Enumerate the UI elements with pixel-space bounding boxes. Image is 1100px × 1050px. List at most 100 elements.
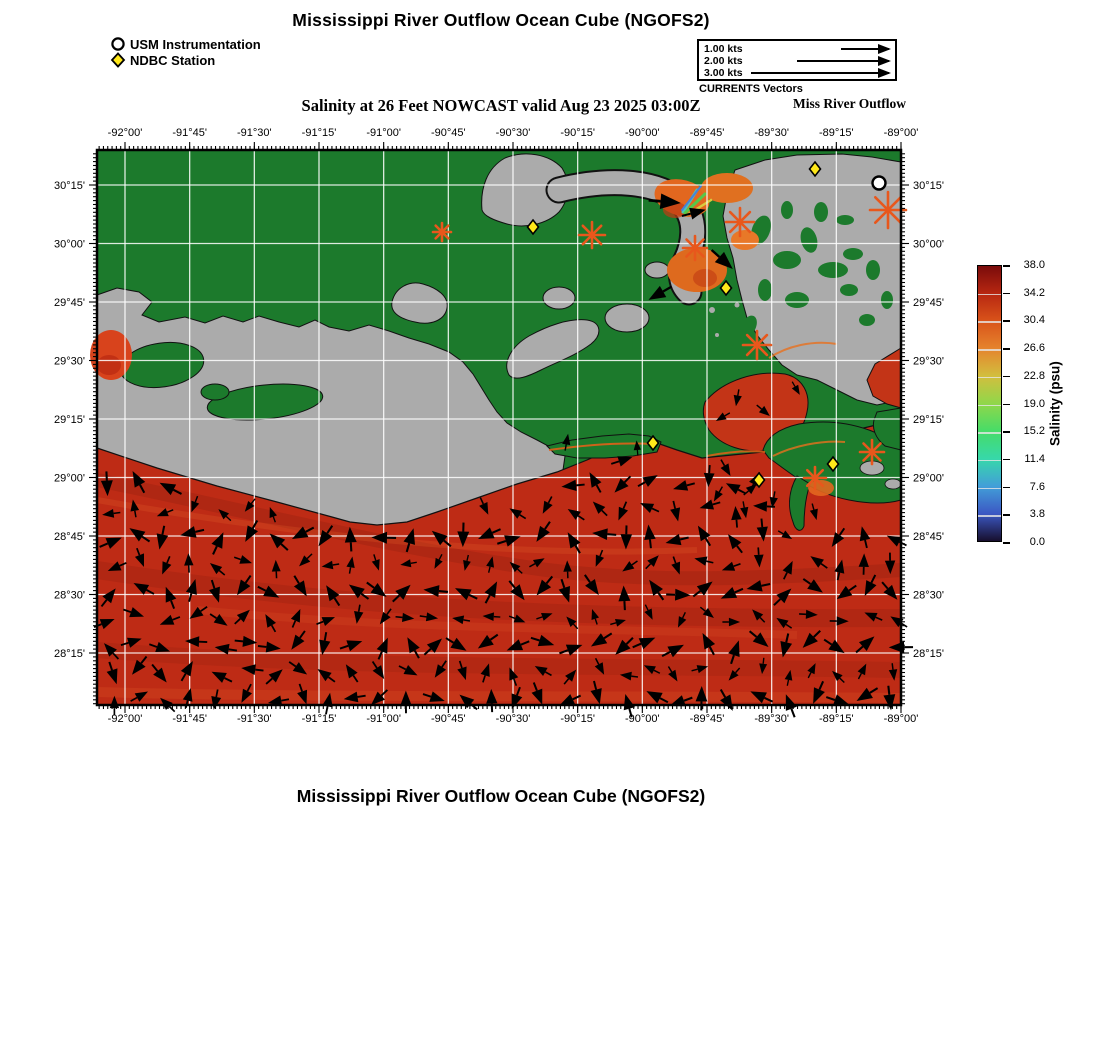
svg-text:30°00': 30°00' xyxy=(54,239,85,251)
svg-text:-90°45': -90°45' xyxy=(431,713,466,725)
vector-key-arrowhead xyxy=(878,68,891,78)
usm-circle-icon xyxy=(110,36,128,52)
svg-text:29°45': 29°45' xyxy=(54,297,85,309)
svg-text:-91°30': -91°30' xyxy=(237,713,272,725)
colorbar-tick xyxy=(1003,487,1010,489)
svg-text:-90°45': -90°45' xyxy=(431,127,466,139)
ndbc-diamond-icon xyxy=(110,52,128,68)
vector-key-label: 2.00 kts xyxy=(704,55,743,67)
colorbar-unit-label: Salinity (psu) xyxy=(1046,265,1064,542)
colorbar-gridline xyxy=(978,321,1001,323)
svg-text:-91°30': -91°30' xyxy=(237,127,272,139)
vector-key-arrowhead xyxy=(878,56,891,66)
svg-text:-92°00': -92°00' xyxy=(108,713,143,725)
svg-text:-89°30': -89°30' xyxy=(754,713,789,725)
svg-text:-89°30': -89°30' xyxy=(754,127,789,139)
colorbar-gridline xyxy=(978,405,1001,407)
island-5 xyxy=(645,262,669,278)
svg-text:29°00': 29°00' xyxy=(54,473,85,485)
page-title: Mississippi River Outflow Ocean Cube (NG… xyxy=(37,10,965,31)
svg-text:-92°00': -92°00' xyxy=(108,127,143,139)
colorbar-gridline xyxy=(978,349,1001,351)
colorbar-tick-label: 19.0 xyxy=(1013,398,1045,410)
colorbar-tick-label: 0.0 xyxy=(1013,536,1045,548)
region-label: Miss River Outflow xyxy=(766,96,906,112)
colorbar-tick-label: 11.4 xyxy=(1013,453,1045,465)
currents-vector-caption: CURRENTS Vectors xyxy=(699,83,803,95)
colorbar-tick xyxy=(1003,514,1010,516)
legend-label-ndbc: NDBC Station xyxy=(130,53,215,68)
colorbar-gridline xyxy=(978,432,1001,434)
figure-page: Mississippi River Outflow Ocean Cube (NG… xyxy=(0,0,1100,1050)
svg-text:30°15': 30°15' xyxy=(54,180,85,192)
svg-text:29°45': 29°45' xyxy=(913,297,944,309)
island-3 xyxy=(543,287,575,309)
svg-text:-91°45': -91°45' xyxy=(172,713,207,725)
vector-key-row: 3.00 kts xyxy=(704,67,889,79)
colorbar-tick xyxy=(1003,320,1010,322)
colorbar-gridline xyxy=(978,377,1001,379)
svg-text:-90°00': -90°00' xyxy=(625,127,660,139)
svg-text:-90°30': -90°30' xyxy=(496,713,531,725)
vector-key-label: 3.00 kts xyxy=(704,67,743,79)
currents-vector-key: 1.00 kts2.00 kts3.00 kts xyxy=(697,39,897,81)
vector-key-arrow xyxy=(751,72,889,74)
svg-text:-90°00': -90°00' xyxy=(625,713,660,725)
svg-text:-91°00': -91°00' xyxy=(366,127,401,139)
vector-key-label: 1.00 kts xyxy=(704,43,743,55)
vector-key-arrow xyxy=(797,60,889,62)
colorbar-gridline xyxy=(978,488,1001,490)
svg-text:29°00': 29°00' xyxy=(913,473,944,485)
svg-text:28°30': 28°30' xyxy=(913,590,944,602)
svg-text:28°30': 28°30' xyxy=(54,590,85,602)
legend-item-ndbc: NDBC Station xyxy=(110,52,261,68)
svg-text:28°15': 28°15' xyxy=(54,648,85,660)
legend-item-usm: USM Instrumentation xyxy=(110,36,261,52)
lake-3 xyxy=(201,384,229,400)
svg-text:29°30': 29°30' xyxy=(913,356,944,368)
map-plot: -92°00'-92°00'-91°45'-91°45'-91°30'-91°3… xyxy=(37,118,961,738)
vector-key-arrowhead xyxy=(878,44,891,54)
usm-instrumentation-marker xyxy=(873,177,886,190)
colorbar-gridline xyxy=(978,460,1001,462)
colorbar-tick-label: 38.0 xyxy=(1013,259,1045,271)
colorbar-tick xyxy=(1003,376,1010,378)
colorbar-tick-label: 34.2 xyxy=(1013,287,1045,299)
svg-text:-91°15': -91°15' xyxy=(302,127,337,139)
colorbar-gridline xyxy=(978,515,1001,517)
svg-text:30°00': 30°00' xyxy=(913,239,944,251)
svg-text:-90°15': -90°15' xyxy=(560,127,595,139)
colorbar-tick xyxy=(1003,265,1010,267)
vector-key-row: 2.00 kts xyxy=(704,55,889,67)
colorbar-tick-label: 30.4 xyxy=(1013,314,1045,326)
svg-text:28°15': 28°15' xyxy=(913,648,944,660)
svg-text:-89°45': -89°45' xyxy=(690,127,725,139)
colorbar-tick-label: 15.2 xyxy=(1013,425,1045,437)
svg-text:-89°45': -89°45' xyxy=(690,713,725,725)
station-legend: USM Instrumentation NDBC Station xyxy=(110,36,261,68)
svg-text:29°30': 29°30' xyxy=(54,356,85,368)
svg-text:28°45': 28°45' xyxy=(54,531,85,543)
svg-text:30°15': 30°15' xyxy=(913,180,944,192)
footer-title: Mississippi River Outflow Ocean Cube (NG… xyxy=(37,786,965,807)
colorbar-tick-label: 22.8 xyxy=(1013,370,1045,382)
svg-text:-89°00': -89°00' xyxy=(884,127,919,139)
salinity-colorbar xyxy=(977,265,1002,542)
svg-text:29°15': 29°15' xyxy=(54,414,85,426)
colorbar-tick xyxy=(1003,459,1010,461)
colorbar-tick xyxy=(1003,542,1010,544)
colorbar-tick-label: 7.6 xyxy=(1013,481,1045,493)
colorbar-tick-label: 3.8 xyxy=(1013,508,1045,520)
legend-label-usm: USM Instrumentation xyxy=(130,37,261,52)
colorbar-gridline xyxy=(978,294,1001,296)
colorbar-tick xyxy=(1003,431,1010,433)
svg-text:-89°15': -89°15' xyxy=(819,127,854,139)
colorbar-tick xyxy=(1003,404,1010,406)
colorbar-tick-label: 26.6 xyxy=(1013,342,1045,354)
svg-text:28°45': 28°45' xyxy=(913,531,944,543)
colorbar-tick xyxy=(1003,293,1010,295)
svg-text:-89°00': -89°00' xyxy=(884,713,919,725)
svg-text:-91°15': -91°15' xyxy=(302,713,337,725)
vector-key-arrow xyxy=(841,48,889,50)
colorbar-tick xyxy=(1003,348,1010,350)
